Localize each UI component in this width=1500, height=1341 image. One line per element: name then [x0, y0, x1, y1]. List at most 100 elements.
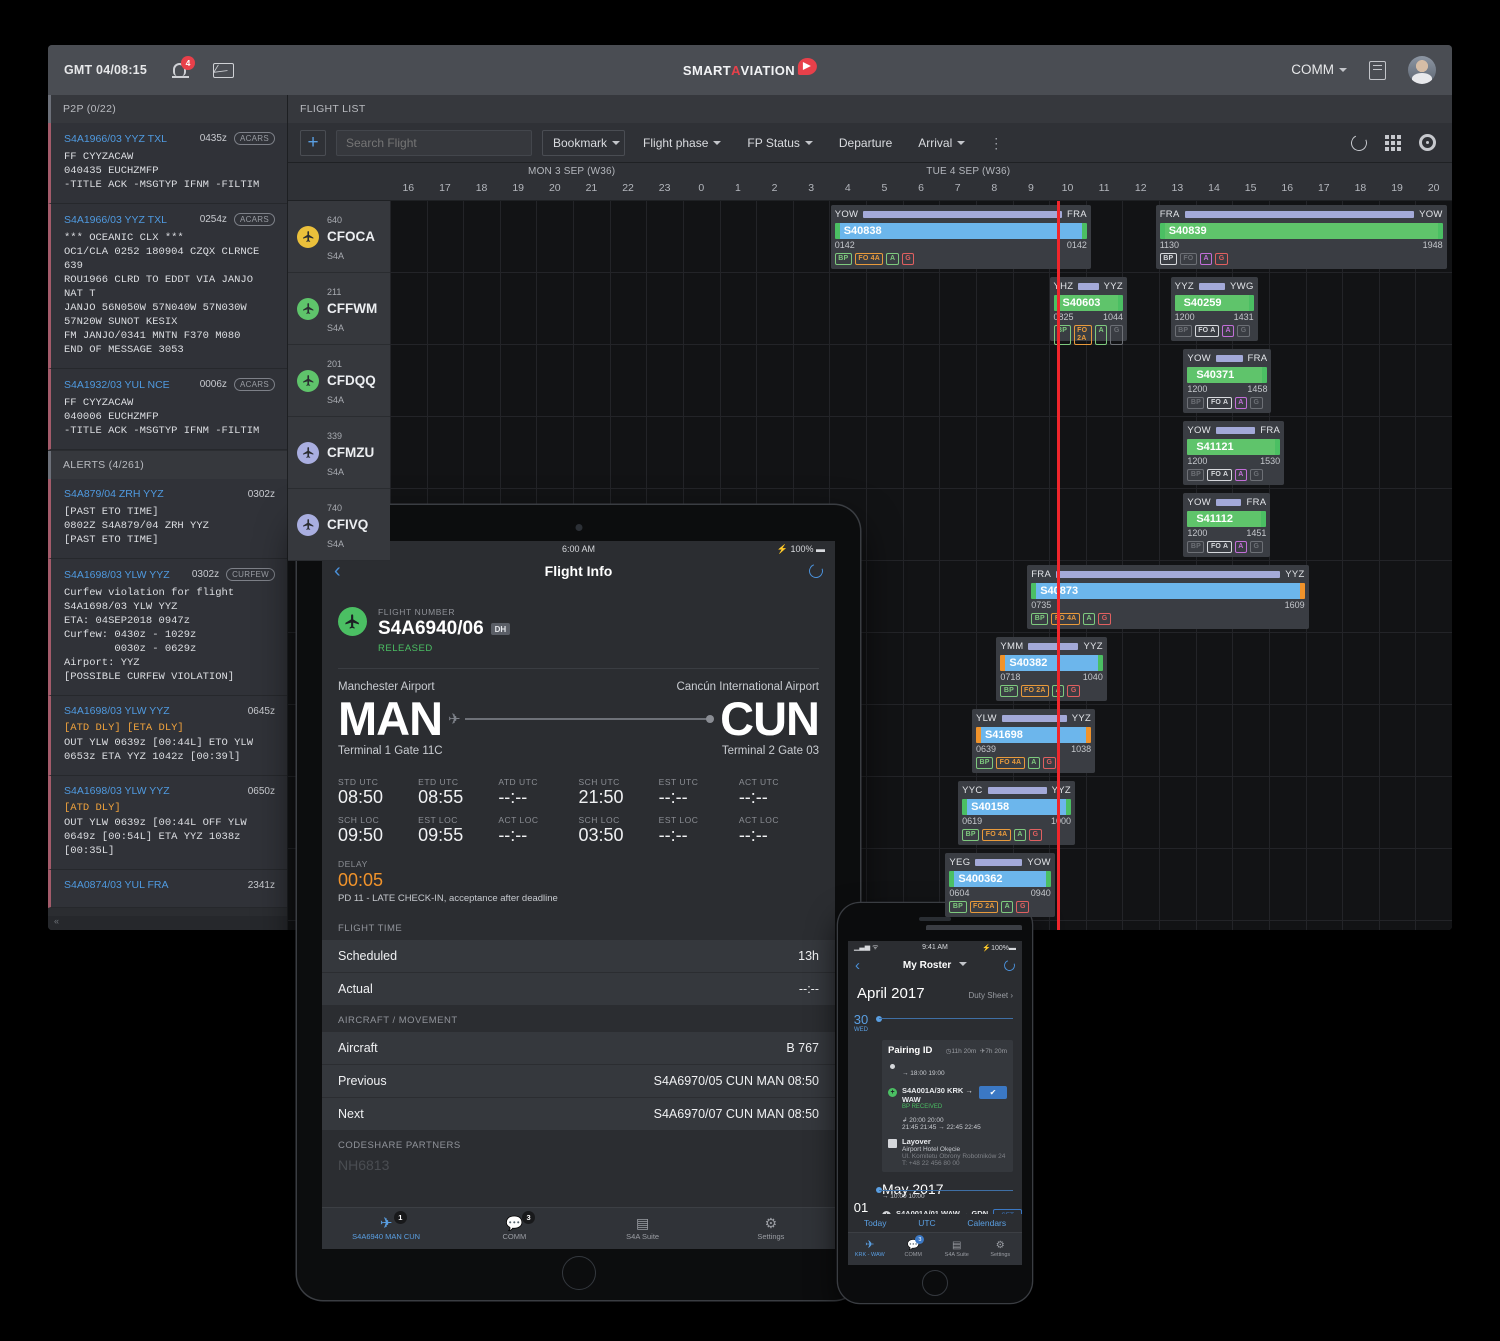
ipad-home-button[interactable]: [561, 1256, 596, 1290]
iphone-home-button[interactable]: [922, 1270, 948, 1296]
list-item[interactable]: S4A1932/03 YUL NCE 0006z ACARS FF CYYZAC…: [48, 369, 287, 450]
aircraft-row-label[interactable]: 201 CFDQQ S4A: [288, 345, 390, 417]
flight-bar[interactable]: YHZ YYZ S40603 0825 1044 BP FO 2A A G: [1049, 277, 1128, 345]
tab-settings[interactable]: ⚙ Settings: [979, 1233, 1023, 1265]
today-button[interactable]: Today: [864, 1218, 887, 1228]
list-item[interactable]: Next S4A6970/07 CUN MAN 08:50: [322, 1098, 835, 1131]
list-item[interactable]: Previous S4A6970/05 CUN MAN 08:50: [322, 1065, 835, 1098]
aircraft-status-icon: [297, 441, 319, 464]
list-item[interactable]: + S4A001A/30 KRK → WAW BP RECEIVED ✔: [888, 1086, 1007, 1110]
flight-number-value: S4A6940/06: [378, 618, 484, 639]
tab-comm[interactable]: 💬 3 COMM: [892, 1233, 936, 1265]
add-flight-button[interactable]: +: [300, 129, 326, 156]
back-button[interactable]: ‹: [334, 561, 341, 581]
list-item[interactable]: Scheduled 13h: [322, 940, 835, 973]
tab-s4a-suite[interactable]: ▤ S4A Suite: [935, 1233, 979, 1265]
duty-sheet-link[interactable]: Duty Sheet ›: [969, 991, 1013, 1000]
calendars-button[interactable]: Calendars: [967, 1218, 1006, 1228]
message-body: FF CYYZACAW 040435 EUCHZMFP -TITLE ACK -…: [64, 151, 260, 191]
time-value: 03:50: [578, 825, 624, 845]
ipad-tab-bar: ✈ 1 S4A6940 MAN CUN 💬 3 COMM ▤ S4A Suite…: [322, 1207, 835, 1249]
flight-bar[interactable]: YOW FRA S40838 0142 0142 BP FO 4A A G: [830, 205, 1091, 269]
arrival-dropdown[interactable]: Arrival: [910, 132, 973, 154]
flight-bar[interactable]: YYZ YWG S40259 1200 1431 BP FO AAG: [1170, 277, 1258, 341]
status-cap-right: [1248, 295, 1254, 311]
utc-toggle[interactable]: UTC: [918, 1218, 935, 1228]
flight-bar[interactable]: FRA YOW S40839 1130 1948 BP FO A G: [1155, 205, 1447, 269]
origin-code: YOW: [834, 209, 859, 220]
timeline-row[interactable]: 201 CFDQQ S4A YOW FRA S40371 1200 1458 BP FO AAG: [288, 345, 1452, 417]
bookmark-dropdown[interactable]: Bookmark: [542, 129, 626, 156]
list-item[interactable]: Aircraft B 767: [322, 1032, 835, 1065]
tab-flight[interactable]: ✈ KRK - WAW: [848, 1233, 892, 1265]
row-value: --:--: [798, 982, 819, 996]
notifications-bell-button[interactable]: 4: [171, 56, 195, 80]
more-options-icon[interactable]: ⋮: [983, 136, 1009, 150]
check-button[interactable]: ✔: [979, 1086, 1007, 1099]
flight-bar[interactable]: YOW FRA S41112 1200 1451 BP FO AAG: [1183, 493, 1271, 557]
refresh-icon[interactable]: [1348, 132, 1370, 153]
flight-bar[interactable]: YOW FRA S41121 1200 1530 BP FO AAG: [1183, 421, 1285, 485]
mail-icon-button[interactable]: [213, 62, 234, 78]
page-title[interactable]: My Roster: [903, 960, 968, 971]
aircraft-row-label[interactable]: 640 CFOCA S4A: [288, 201, 390, 273]
refresh-icon[interactable]: [1002, 957, 1017, 973]
destination-code: FRA: [1247, 353, 1268, 364]
status-cap-right: [1086, 727, 1092, 743]
departure-filter-button[interactable]: Departure: [831, 132, 900, 154]
flight-chip: G: [1098, 613, 1111, 625]
p2p-message-list[interactable]: S4A1966/03 YYZ TXL 0435z ACARS FF CYYZAC…: [48, 123, 287, 451]
avatar[interactable]: [1408, 56, 1436, 84]
leg-marker: [888, 1062, 897, 1069]
list-item[interactable]: → 18:00 19:00: [888, 1062, 1007, 1080]
departure-time: 1200: [1187, 384, 1208, 394]
back-button[interactable]: ‹: [855, 958, 860, 973]
alert-body: [PAST ETO TIME] 0802Z S4A879/04 ZRH YYZ …: [64, 506, 209, 546]
panel-collapse-handle[interactable]: «: [48, 916, 287, 930]
timeline-row[interactable]: 640 CFOCA S4A YOW FRA S40838 0142 0142 BP FO 4A A G…: [288, 201, 1452, 273]
aircraft-row-label[interactable]: 211 CFFWM S4A: [288, 273, 390, 345]
list-item[interactable]: S4A1698/03 YLW YYZ 0645z [ATD DLY] [ETA …: [48, 696, 287, 776]
flight-chip: FO 2A: [1073, 325, 1093, 345]
flight-bar[interactable]: YOW FRA S40371 1200 1458 BP FO AAG: [1183, 349, 1272, 413]
list-item[interactable]: Actual --:--: [322, 973, 835, 1006]
flight-id: S40603: [1062, 297, 1101, 309]
tab-badge: 3: [522, 1211, 536, 1224]
pairing-card[interactable]: Pairing ID ◷11h 20m ✈7h 20m → 18:00 19:0…: [882, 1040, 1013, 1172]
refresh-icon[interactable]: [806, 561, 826, 581]
flight-phase-dropdown[interactable]: Flight phase: [635, 132, 729, 154]
flight-bar[interactable]: YMM YYZ S40382 0718 1040 BPFO 2AAG: [996, 637, 1107, 701]
list-item[interactable]: S4A1698/03 YLW YYZ 0302z CURFEW Curfew v…: [48, 559, 287, 696]
aircraft-row-label[interactable]: 740 CFIVQ S4A: [288, 489, 390, 561]
list-item[interactable]: S4A0874/03 YUL FRA 2341z: [48, 870, 287, 908]
flight-bar[interactable]: YEG YOW S400362 0604 0940 BP FO 2A A G: [945, 853, 1055, 917]
gear-icon[interactable]: [1419, 134, 1436, 151]
list-item[interactable]: → 10:00 10:00: [882, 1185, 1022, 1203]
list-item[interactable]: S4A1698/03 YLW YYZ 0650z [ATD DLY] OUT Y…: [48, 776, 287, 870]
status-cap-right: [1118, 295, 1124, 311]
aircraft-registration: CFDQQ: [327, 372, 376, 388]
tab-comm[interactable]: 💬 3 COMM: [450, 1208, 578, 1249]
aircraft-row-label[interactable]: 339 CFMZU S4A: [288, 417, 390, 489]
fp-status-dropdown[interactable]: FP Status: [739, 132, 820, 154]
tab-flight[interactable]: ✈ 1 S4A6940 MAN CUN: [322, 1208, 450, 1249]
timeline-row[interactable]: 339 CFMZU S4A YOW FRA S41121 1200 1530 BP FO AAG: [288, 417, 1452, 489]
tab-settings[interactable]: ⚙ Settings: [707, 1208, 835, 1249]
day-column: 30 WED: [848, 1013, 874, 1034]
tab-s4a-suite[interactable]: ▤ S4A Suite: [579, 1208, 707, 1249]
grid-view-icon[interactable]: [1385, 134, 1401, 151]
notes-icon-button[interactable]: [1369, 60, 1386, 80]
alerts-list[interactable]: S4A879/04 ZRH YYZ 0302z [PAST ETO TIME] …: [48, 479, 287, 916]
list-item[interactable]: S4A1966/03 YYZ TXL 0435z ACARS FF CYYZAC…: [48, 123, 287, 204]
timeline-row[interactable]: 211 CFFWM S4A YHZ YYZ S40603 0825 1044 BP FO 2A A G…: [288, 273, 1452, 345]
list-item[interactable]: S4A1966/03 YYZ TXL 0254z ACARS *** OCEAN…: [48, 204, 287, 369]
search-input[interactable]: [336, 129, 532, 156]
flight-bar[interactable]: FRA YYZ S408730735 1609 BPFO 4AAG: [1027, 565, 1309, 629]
flight-bar[interactable]: YLW YYZ S41698 0639 1038 BP FO 4A A G: [971, 709, 1096, 773]
list-item[interactable]: S4A879/04 ZRH YYZ 0302z [PAST ETO TIME] …: [48, 479, 287, 559]
flight-chip: BP: [1031, 613, 1049, 625]
tab-label: S4A6940 MAN CUN: [352, 1232, 421, 1241]
flight-bar[interactable]: YYZ: [926, 925, 1022, 930]
list-item[interactable]: Layover Airport Hotel Okęcie Ul. Komitet…: [888, 1137, 1007, 1167]
comm-dropdown[interactable]: COMM: [1291, 61, 1347, 79]
